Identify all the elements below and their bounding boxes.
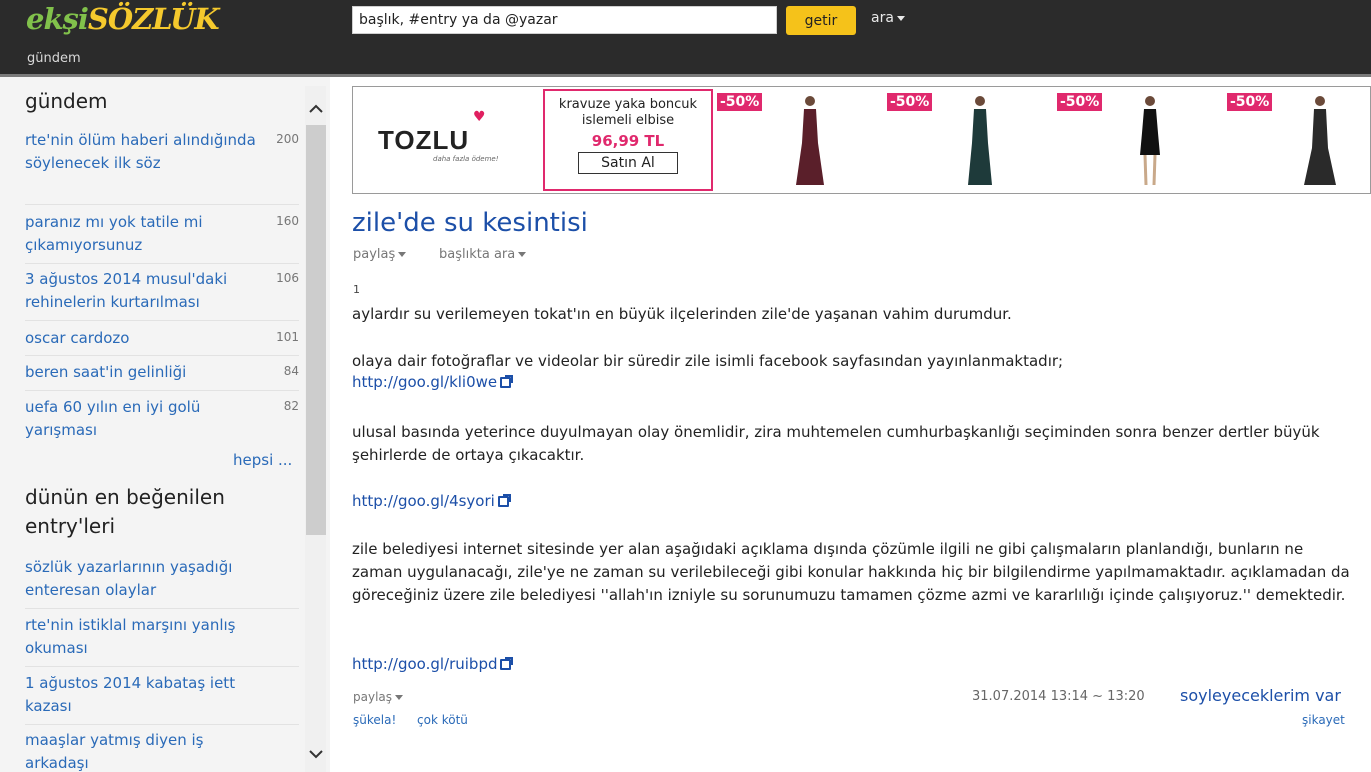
chevron-down-icon xyxy=(518,252,527,257)
top-entry-item[interactable]: rte'nin istiklal marşını yanlış okuması xyxy=(25,614,299,667)
topic-count: 160 xyxy=(276,214,299,228)
entry-link-text: http://goo.gl/4syori xyxy=(352,492,495,510)
nav-item-gundem[interactable]: gündem xyxy=(27,51,81,66)
chevron-down-icon xyxy=(395,695,404,700)
ad-product-name: kravuze yaka boncuk islemeli elbise xyxy=(558,97,698,128)
heart-icon: ♥ xyxy=(473,109,486,125)
sidebar-title-top-entries: dünün en beğenilen entry'leri xyxy=(25,485,225,538)
topic-count: 82 xyxy=(283,399,299,413)
entry-share-label: paylaş xyxy=(353,690,393,704)
dress-image xyxy=(1304,96,1336,185)
external-link-icon xyxy=(497,494,511,507)
ad-featured-product[interactable]: kravuze yaka boncuk islemeli elbise 96,9… xyxy=(543,89,713,191)
entry-date[interactable]: 31.07.2014 13:14 ~ 13:20 xyxy=(972,689,1145,704)
sidebar-title-gundem: gündem xyxy=(25,89,108,113)
entry-share-menu[interactable]: paylaş xyxy=(353,690,404,704)
discount-badge: -50% xyxy=(717,93,763,111)
search-button[interactable]: getir xyxy=(786,6,856,35)
site-logo[interactable]: ekşiSÖZLÜK xyxy=(26,2,220,42)
entry-link[interactable]: http://goo.gl/4syori xyxy=(352,492,511,510)
dress-image xyxy=(796,96,824,185)
top-entry-item[interactable]: sözlük yazarlarının yaşadığı enteresan o… xyxy=(25,556,299,609)
topic-title[interactable]: uefa 60 yılın en iyi golü yarışması xyxy=(25,396,265,442)
sidebar-scroll-thumb[interactable] xyxy=(306,125,326,535)
search-options-menu[interactable]: ara xyxy=(871,10,905,26)
entry-number[interactable]: 1 xyxy=(353,283,360,296)
topic-title[interactable]: 3 ağustos 2014 musul'daki rehinelerin ku… xyxy=(25,268,265,314)
ad-product-card[interactable]: -50% xyxy=(885,87,1054,193)
logo-text-sozluk: SÖZLÜK xyxy=(87,2,220,36)
ad-banner[interactable]: ♥ TOZLU daha fazla ödeme! kravuze yaka b… xyxy=(352,86,1371,194)
sidebar: gündem rte'nin ölüm haberi alındığında s… xyxy=(0,77,330,772)
discount-badge: -50% xyxy=(1057,93,1103,111)
ad-buy-button[interactable]: Satın Al xyxy=(578,152,678,174)
top-entry-title[interactable]: 1 ağustos 2014 kabataş iett kazası xyxy=(25,672,265,718)
topic-list-item[interactable]: oscar cardozo 101 xyxy=(25,327,299,356)
topic-title[interactable]: beren saat'in gelinliği xyxy=(25,361,265,384)
dress-image xyxy=(1140,96,1160,186)
topic-list-item[interactable]: uefa 60 yılın en iyi golü yarışması 82 xyxy=(25,396,299,446)
ad-product-card[interactable]: -50% xyxy=(715,87,884,193)
top-entry-item[interactable]: 1 ağustos 2014 kabataş iett kazası xyxy=(25,672,299,725)
chevron-down-icon[interactable] xyxy=(306,747,326,767)
chevron-down-icon xyxy=(896,15,905,21)
search-in-topic-label: başlıkta ara xyxy=(439,247,516,262)
topic-count: 84 xyxy=(283,364,299,378)
search-options-label: ara xyxy=(871,10,894,26)
ad-brand-slogan: daha fazla ödeme! xyxy=(433,155,499,163)
topic-title[interactable]: paranız mı yok tatile mi çıkamıyorsunuz xyxy=(25,211,265,257)
topic-list-item[interactable]: beren saat'in gelinliği 84 xyxy=(25,361,299,391)
search-input[interactable] xyxy=(352,6,777,34)
top-bar: ekşiSÖZLÜK getir ara gündem xyxy=(0,0,1371,74)
entry-link-text: http://goo.gl/ruibpd xyxy=(352,655,498,673)
logo-text-eksi: ekşi xyxy=(26,2,89,36)
ad-product-card[interactable]: -50% xyxy=(1055,87,1224,193)
dress-image xyxy=(968,96,992,185)
see-all-link[interactable]: hepsi ... xyxy=(233,451,292,469)
topic-count: 200 xyxy=(276,132,299,146)
ad-product-card[interactable]: -50% xyxy=(1225,87,1370,193)
entry-author[interactable]: soyleyeceklerim var xyxy=(1180,686,1341,705)
chevron-up-icon[interactable] xyxy=(306,102,326,122)
entry-paragraph: zile belediyesi internet sitesinde yer a… xyxy=(352,540,1350,604)
topic-list-item[interactable]: 3 ağustos 2014 musul'daki rehinelerin ku… xyxy=(25,268,299,321)
external-link-icon xyxy=(500,375,514,388)
share-menu-label: paylaş xyxy=(353,247,396,262)
search-in-topic-menu[interactable]: başlıkta ara xyxy=(439,247,527,262)
top-entry-title[interactable]: sözlük yazarlarının yaşadığı enteresan o… xyxy=(25,556,265,602)
top-entry-title[interactable]: rte'nin istiklal marşını yanlış okuması xyxy=(25,614,265,660)
topic-title[interactable]: rte'nin ölüm haberi alındığında söylenec… xyxy=(25,129,265,175)
chevron-down-icon xyxy=(398,252,407,257)
entry-link[interactable]: http://goo.gl/ruibpd xyxy=(352,655,514,673)
discount-badge: -50% xyxy=(1227,93,1273,111)
ad-brand-logo: TOZLU xyxy=(378,125,470,155)
topic-list-item[interactable]: paranız mı yok tatile mi çıkamıyorsunuz … xyxy=(25,211,299,264)
topic-count: 101 xyxy=(276,330,299,344)
entry-link-text: http://goo.gl/kli0we xyxy=(352,373,498,391)
top-entry-title[interactable]: maaşlar yatmış diyen iş arkadaşı xyxy=(25,729,265,772)
topic-list-item[interactable]: rte'nin ölüm haberi alındığında söylenec… xyxy=(25,129,299,205)
top-entry-item[interactable]: maaşlar yatmış diyen iş arkadaşı xyxy=(25,729,299,772)
topic-title[interactable]: zile'de su kesintisi xyxy=(352,208,588,238)
ad-product-price: 96,99 TL xyxy=(591,132,665,150)
entry-paragraph: aylardır su verilemeyen tokat'ın en büyü… xyxy=(352,305,1012,323)
topic-title[interactable]: oscar cardozo xyxy=(25,327,265,350)
topic-count: 106 xyxy=(276,271,299,285)
upvote-button[interactable]: şükela! xyxy=(353,713,396,727)
discount-badge: -50% xyxy=(887,93,933,111)
downvote-button[interactable]: çok kötü xyxy=(417,713,468,727)
entry-link[interactable]: http://goo.gl/kli0we xyxy=(352,373,514,391)
share-menu[interactable]: paylaş xyxy=(353,247,407,262)
entry-paragraph: ulusal basında yeterince duyulmayan olay… xyxy=(352,423,1320,464)
report-link[interactable]: şikayet xyxy=(1302,713,1345,727)
external-link-icon xyxy=(500,657,514,670)
entry-paragraph: olaya dair fotoğraflar ve videolar bir s… xyxy=(352,352,1064,370)
